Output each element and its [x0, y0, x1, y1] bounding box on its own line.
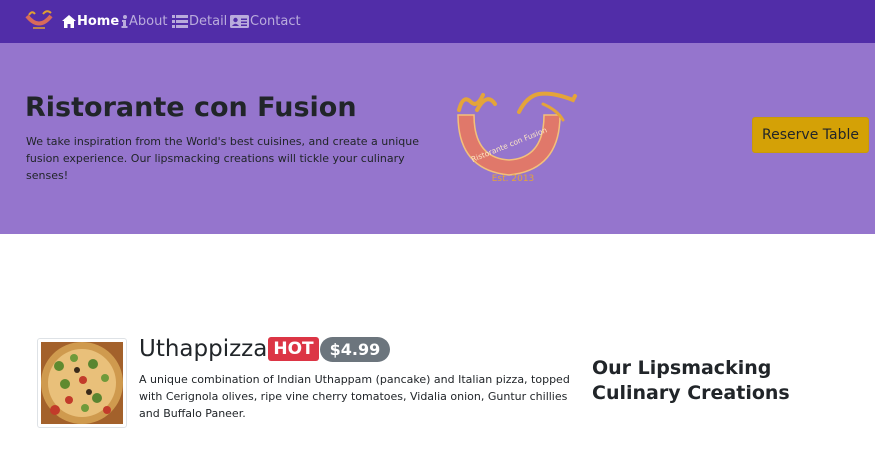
list-icon: [172, 15, 188, 28]
svg-text:Est. 2013: Est. 2013: [492, 174, 535, 184]
address-card-icon: [230, 15, 249, 28]
nav-item-label: Home: [77, 14, 120, 29]
jumbotron: Ristorante con Fusion We take inspiratio…: [0, 43, 875, 234]
nav-item-label: Contact: [250, 14, 301, 29]
restaurant-logo: Ristorante con Fusion Est. 2013: [457, 91, 577, 184]
dish-name: Uthappizza: [139, 336, 268, 362]
price-badge: $4.99: [319, 336, 391, 362]
nav-item-label: About: [129, 14, 168, 29]
dish-title-row: Uthappizza HOT $4.99: [139, 334, 391, 364]
jumbotron-text: We take inspiration from the World's bes…: [26, 135, 420, 182]
dish-description: A unique combination of Indian Uthappam …: [139, 373, 570, 420]
reserve-table-button[interactable]: Reserve Table: [752, 117, 869, 153]
home-icon: [62, 15, 76, 28]
nav-item-home[interactable]: Home: [62, 0, 119, 43]
jumbotron-title: Ristorante con Fusion: [25, 92, 357, 123]
nav-item-detail[interactable]: Detail: [172, 0, 227, 43]
dish-image: [37, 338, 127, 428]
navbar: Home About Detail Contact: [0, 0, 875, 43]
nav-item-contact[interactable]: Contact: [230, 0, 301, 43]
side-heading: Our Lipsmacking Culinary Creations: [592, 357, 790, 404]
nav-item-about[interactable]: About: [121, 0, 167, 43]
nav-item-label: Detail: [189, 14, 228, 29]
hot-badge: HOT: [268, 337, 319, 361]
info-icon: [121, 15, 128, 28]
pizza-image: [41, 342, 123, 424]
brand-logo[interactable]: [24, 9, 54, 33]
